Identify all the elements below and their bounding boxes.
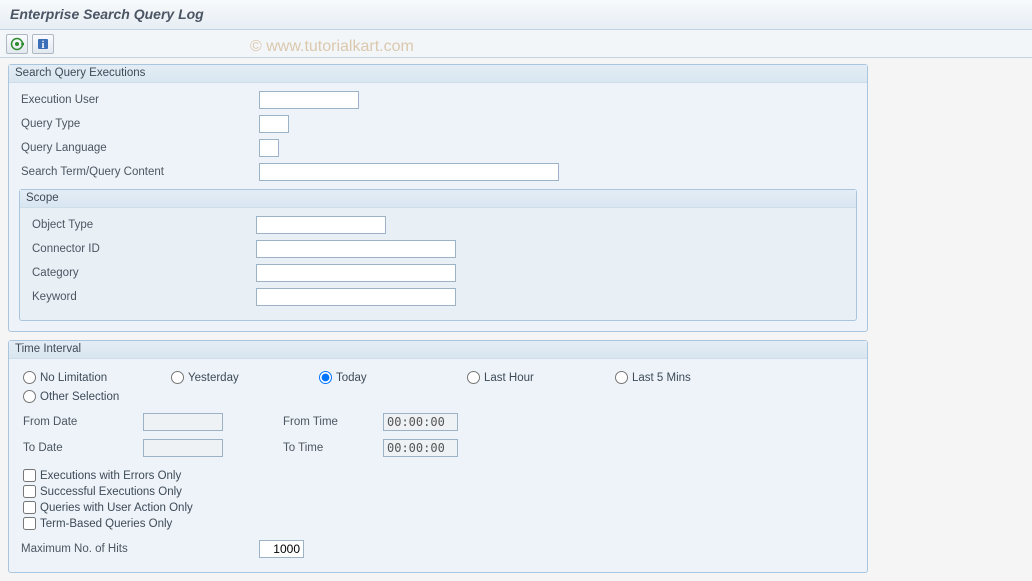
info-button[interactable]: i (32, 34, 54, 54)
connector-id-label: Connector ID (30, 243, 256, 255)
time-date-grid: From Date To Date From Time To Time (19, 409, 857, 463)
title-bar: Enterprise Search Query Log (0, 0, 1032, 30)
object-type-input[interactable] (256, 216, 386, 234)
keyword-input[interactable] (256, 288, 456, 306)
radio-no-limitation[interactable]: No Limitation (23, 371, 133, 384)
connector-id-input[interactable] (256, 240, 456, 258)
window-title: Enterprise Search Query Log (10, 6, 204, 22)
to-date-input[interactable] (143, 439, 223, 457)
execute-button[interactable] (6, 34, 28, 54)
keyword-label: Keyword (30, 291, 256, 303)
execute-icon (10, 37, 24, 51)
to-time-label: To Time (283, 442, 383, 454)
radio-last-5-mins[interactable]: Last 5 Mins (615, 371, 725, 384)
from-date-label: From Date (23, 416, 143, 428)
category-input[interactable] (256, 264, 456, 282)
info-icon: i (36, 37, 50, 51)
check-user-action-only[interactable]: Queries with User Action Only (23, 501, 853, 514)
scope-panel: Scope Object Type Connector ID Category (19, 189, 857, 321)
query-lang-input[interactable] (259, 139, 279, 157)
radio-today[interactable]: Today (319, 371, 429, 384)
from-date-input[interactable] (143, 413, 223, 431)
to-time-input[interactable] (383, 439, 458, 457)
exec-user-label: Execution User (19, 94, 259, 106)
svg-text:i: i (42, 40, 45, 51)
from-time-input[interactable] (383, 413, 458, 431)
to-date-label: To Date (23, 442, 143, 454)
search-query-executions-panel: Search Query Executions Execution User Q… (8, 64, 868, 332)
toolbar: i (0, 30, 1032, 58)
panel1-title: Search Query Executions (9, 65, 867, 83)
query-type-label: Query Type (19, 118, 259, 130)
object-type-label: Object Type (30, 219, 256, 231)
query-type-input[interactable] (259, 115, 289, 133)
category-label: Category (30, 267, 256, 279)
max-hits-input[interactable] (259, 540, 304, 558)
check-errors-only[interactable]: Executions with Errors Only (23, 469, 853, 482)
main-content: Search Query Executions Execution User Q… (0, 58, 1032, 581)
checkbox-group: Executions with Errors Only Successful E… (19, 463, 857, 534)
radio-last-hour[interactable]: Last Hour (467, 371, 577, 384)
exec-user-input[interactable] (259, 91, 359, 109)
panel2-title: Time Interval (9, 341, 867, 359)
time-interval-panel: Time Interval No Limitation Yesterday To… (8, 340, 868, 573)
check-success-only[interactable]: Successful Executions Only (23, 485, 853, 498)
check-term-based-only[interactable]: Term-Based Queries Only (23, 517, 853, 530)
radio-yesterday[interactable]: Yesterday (171, 371, 281, 384)
search-term-label: Search Term/Query Content (19, 166, 259, 178)
max-hits-label: Maximum No. of Hits (19, 543, 259, 555)
query-lang-label: Query Language (19, 142, 259, 154)
time-radio-group: No Limitation Yesterday Today Last Hour … (19, 365, 857, 390)
scope-title: Scope (20, 190, 856, 208)
search-term-input[interactable] (259, 163, 559, 181)
from-time-label: From Time (283, 416, 383, 428)
radio-other-selection[interactable]: Other Selection (23, 390, 133, 403)
